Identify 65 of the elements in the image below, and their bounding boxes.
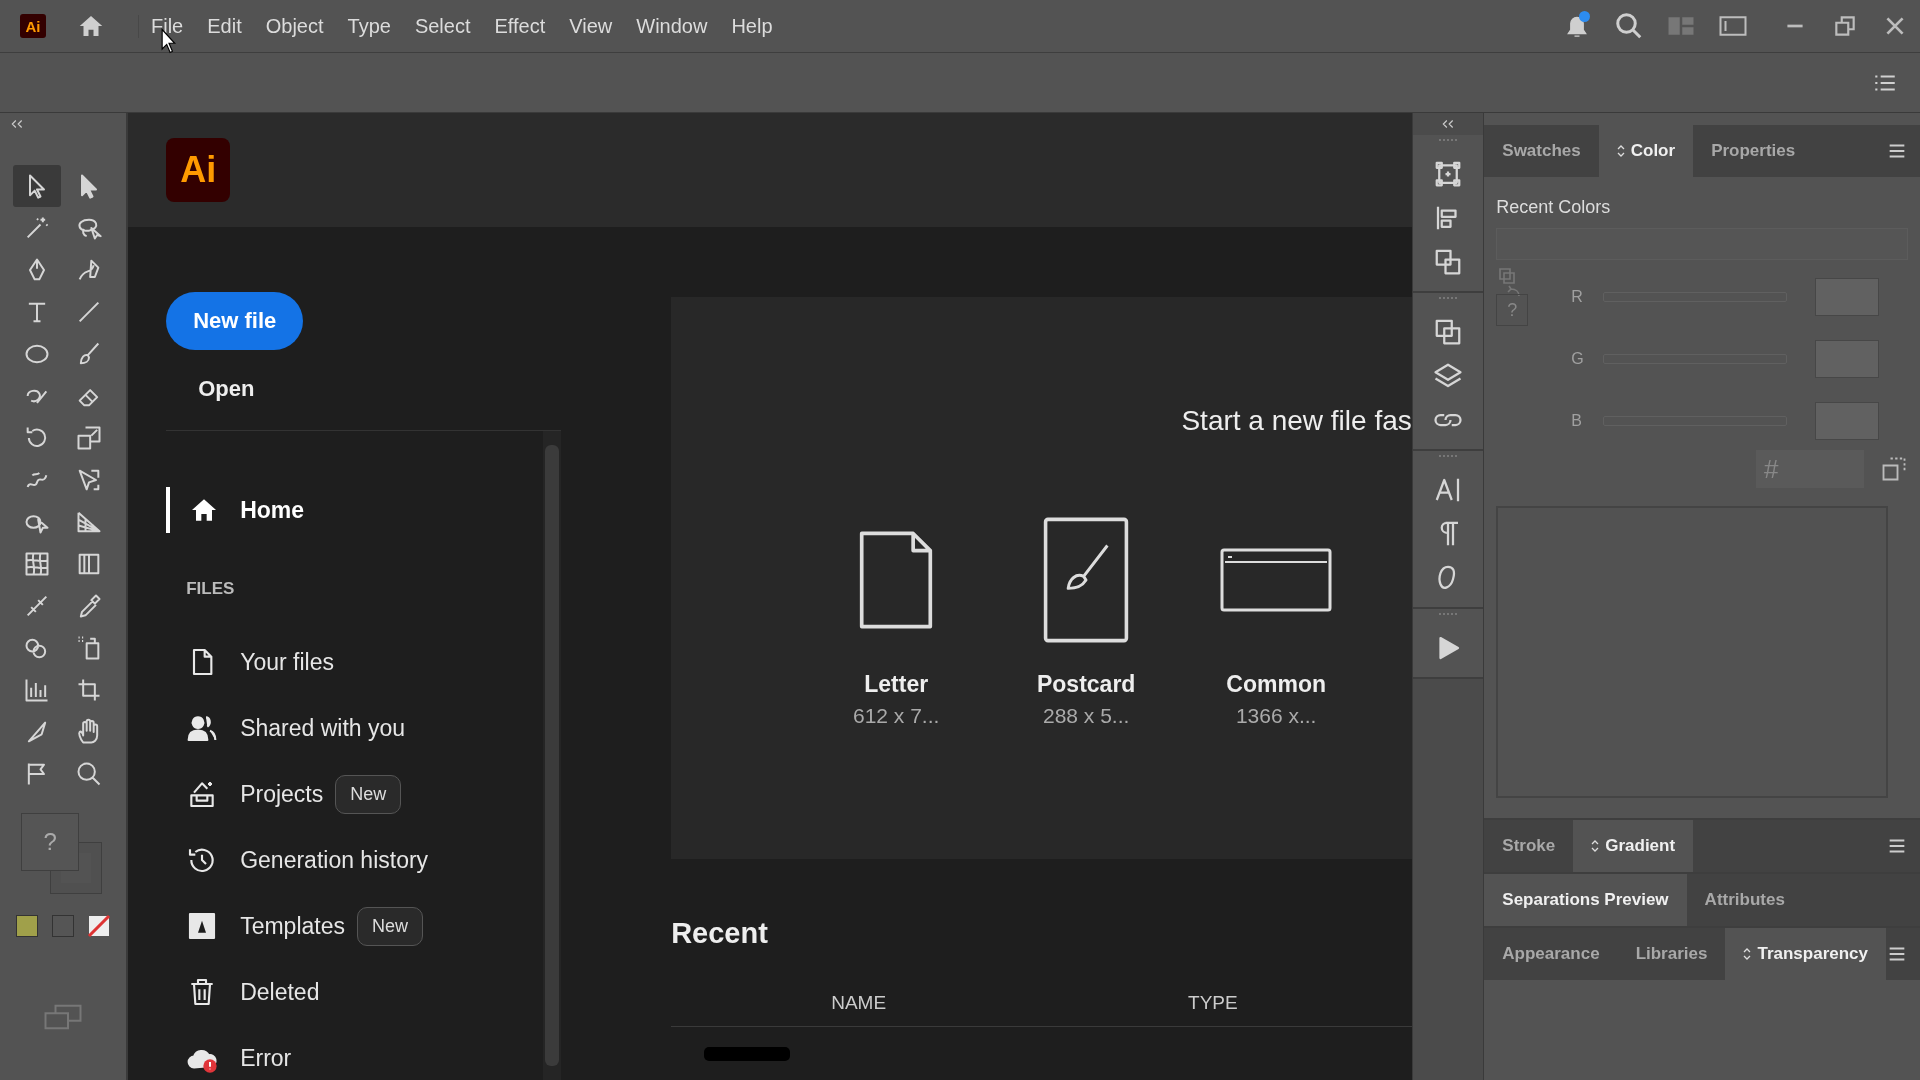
panel-tab[interactable]: Transparency xyxy=(1725,928,1886,980)
file-nav-link[interactable]: Your files xyxy=(240,648,334,676)
preset-size: 1366 x... xyxy=(1235,704,1317,728)
preset-name[interactable]: Letter xyxy=(864,671,929,698)
brush-card-icon[interactable] xyxy=(1043,517,1130,643)
new-badge: New xyxy=(357,906,423,946)
panel-tab[interactable]: Separations Preview xyxy=(1484,874,1687,926)
file-nav-link[interactable]: Error xyxy=(240,1044,292,1072)
panel-tab[interactable]: Attributes xyxy=(1686,874,1803,926)
start-heading: Start a new file fas xyxy=(1181,405,1412,437)
collapse-icon[interactable] xyxy=(10,119,24,129)
document-icon[interactable] xyxy=(858,531,935,629)
value-field[interactable] xyxy=(1815,278,1880,316)
panel-label: Recent Colors xyxy=(1496,197,1612,218)
open-button[interactable]: Open xyxy=(166,370,287,408)
menu-item[interactable]: File xyxy=(151,14,184,38)
menu-item[interactable]: Type xyxy=(347,14,391,38)
app-logo: Ai xyxy=(166,138,231,202)
browser-window-icon[interactable] xyxy=(1220,548,1333,612)
value-field[interactable] xyxy=(1815,340,1880,378)
menu-item[interactable]: Object xyxy=(265,14,324,38)
preset-size: 612 x 7... xyxy=(852,704,940,728)
column-header[interactable]: NAME xyxy=(831,992,887,1014)
file-nav-link[interactable]: Deleted xyxy=(240,978,320,1006)
collapse-icon[interactable] xyxy=(1441,119,1456,129)
search-icon[interactable] xyxy=(1614,11,1644,41)
sort-arrows-icon xyxy=(1743,947,1752,961)
panel-tab[interactable]: Color xyxy=(1598,125,1694,177)
new-file-button[interactable]: New file xyxy=(166,292,304,350)
preset-size: 288 x 5... xyxy=(1042,704,1130,728)
sort-arrows-icon xyxy=(1616,144,1625,158)
home-nav-item[interactable]: Home xyxy=(166,487,540,533)
new-badge: New xyxy=(335,774,402,814)
value-field[interactable] xyxy=(1815,402,1880,440)
panel-tab[interactable]: Appearance xyxy=(1484,928,1618,980)
menu-item[interactable]: Help xyxy=(731,14,773,38)
file-nav-link[interactable]: Templates xyxy=(240,912,345,940)
channel-label: B xyxy=(1571,412,1583,430)
sort-arrows-icon xyxy=(1591,839,1600,853)
color-cube-icon[interactable] xyxy=(1880,455,1908,483)
panel-tab[interactable]: Stroke xyxy=(1484,820,1574,872)
preset-name[interactable]: Postcard xyxy=(1036,671,1136,698)
menu-item[interactable]: Window xyxy=(636,14,708,38)
recent-heading: Recent xyxy=(671,917,769,950)
file-nav-link[interactable]: Generation history xyxy=(240,846,429,874)
file-nav-link[interactable]: Shared with you xyxy=(240,714,406,742)
section-heading: FILES xyxy=(186,579,236,599)
fill-stroke-control[interactable]: ? xyxy=(13,813,114,903)
column-header[interactable]: TYPE xyxy=(1188,992,1238,1014)
menu-item[interactable]: Edit xyxy=(207,14,242,38)
channel-label: G xyxy=(1571,350,1584,368)
panel-tab[interactable]: Gradient xyxy=(1573,820,1694,872)
menu-item[interactable]: Select xyxy=(414,14,471,38)
menu-item[interactable]: Effect xyxy=(494,14,546,38)
panel-tab[interactable]: Swatches xyxy=(1484,125,1599,177)
panel-tab[interactable]: Libraries xyxy=(1617,928,1726,980)
app-logo: Ai xyxy=(20,14,46,38)
file-nav-link[interactable]: Projects xyxy=(240,780,324,808)
channel-label: R xyxy=(1571,288,1584,306)
unknown-fill-mark: ? xyxy=(43,828,57,856)
panel-tab[interactable]: Properties xyxy=(1693,125,1814,177)
scrollbar[interactable] xyxy=(543,431,562,1080)
preset-name[interactable]: Common xyxy=(1226,671,1326,698)
restore-icon[interactable] xyxy=(1832,13,1858,39)
menu-item[interactable]: View xyxy=(569,14,613,38)
